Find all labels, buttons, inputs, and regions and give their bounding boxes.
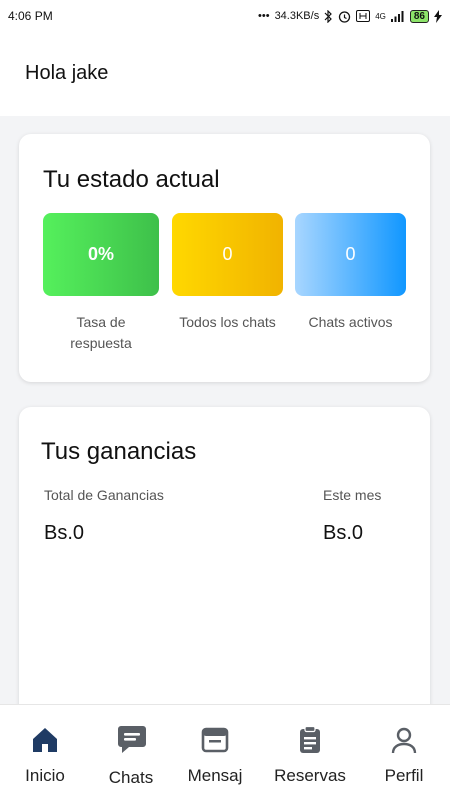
response-rate-value: 0% — [87, 244, 114, 264]
network-type: 4G — [375, 11, 386, 21]
message-window-icon — [200, 725, 230, 755]
app-header: Hola jake — [0, 32, 450, 116]
clipboard-icon — [295, 725, 325, 755]
charging-icon — [434, 9, 442, 23]
nav-label-reservas: Reservas — [274, 766, 346, 785]
status-time: 4:06 PM — [8, 9, 53, 23]
nav-label-perfil: Perfil — [384, 766, 424, 785]
status-icons: ••• 34.3KB/s 4G 86 — [258, 9, 442, 23]
signal-icon — [390, 10, 405, 22]
dots-icon: ••• — [258, 10, 270, 22]
all-chats-value: 0 — [222, 244, 233, 264]
bluetooth-icon — [324, 9, 333, 23]
nav-item-perfil[interactable]: Perfil — [359, 705, 449, 800]
earnings-card-title: Tus ganancias — [41, 438, 197, 465]
battery-icon: 86 — [409, 9, 429, 23]
user-icon — [389, 725, 419, 755]
month-earnings-value: Bs.0 — [323, 522, 364, 544]
bottom-navigation: Inicio Chats Mensaj Reservas Perfil — [0, 704, 450, 800]
network-speed: 34.3KB/s — [274, 10, 320, 22]
nav-label-mensaj: Mensaj — [187, 766, 243, 785]
chat-icon — [116, 723, 146, 753]
status-card-title: Tu estado actual — [43, 166, 220, 193]
active-chats-label: Chats activos — [308, 314, 393, 330]
nav-item-inicio[interactable]: Inicio — [0, 705, 90, 800]
alarm-icon — [338, 10, 351, 23]
nav-item-reservas[interactable]: Reservas — [265, 705, 355, 800]
month-earnings-label: Este mes — [323, 487, 382, 503]
battery-level: 86 — [413, 10, 425, 22]
earnings-card: Tus ganancias Total de Ganancias Bs.0 Es… — [19, 407, 430, 707]
total-earnings-label: Total de Ganancias — [44, 487, 164, 503]
status-card: Tu estado actual 0% 0 0 Tasa de respuest… — [19, 134, 430, 382]
home-icon — [30, 725, 60, 755]
nav-label-chats: Chats — [108, 768, 154, 787]
status-bar: 4:06 PM ••• 34.3KB/s 4G 86 — [0, 0, 450, 32]
active-chats-tile[interactable]: 0 — [295, 213, 406, 296]
all-chats-tile[interactable]: 0 — [172, 213, 283, 296]
greeting-text: Hola jake — [25, 62, 109, 84]
active-chats-value: 0 — [345, 244, 356, 264]
nav-item-chats[interactable]: Chats — [86, 705, 176, 800]
volte-icon — [356, 10, 371, 22]
response-rate-tile[interactable]: 0% — [43, 213, 159, 296]
nav-item-mensaj[interactable]: Mensaj — [170, 705, 260, 800]
all-chats-label: Todos los chats — [179, 314, 276, 330]
nav-label-inicio: Inicio — [25, 766, 65, 785]
response-rate-label: Tasa de respuesta — [70, 314, 132, 351]
total-earnings-value: Bs.0 — [44, 522, 85, 544]
